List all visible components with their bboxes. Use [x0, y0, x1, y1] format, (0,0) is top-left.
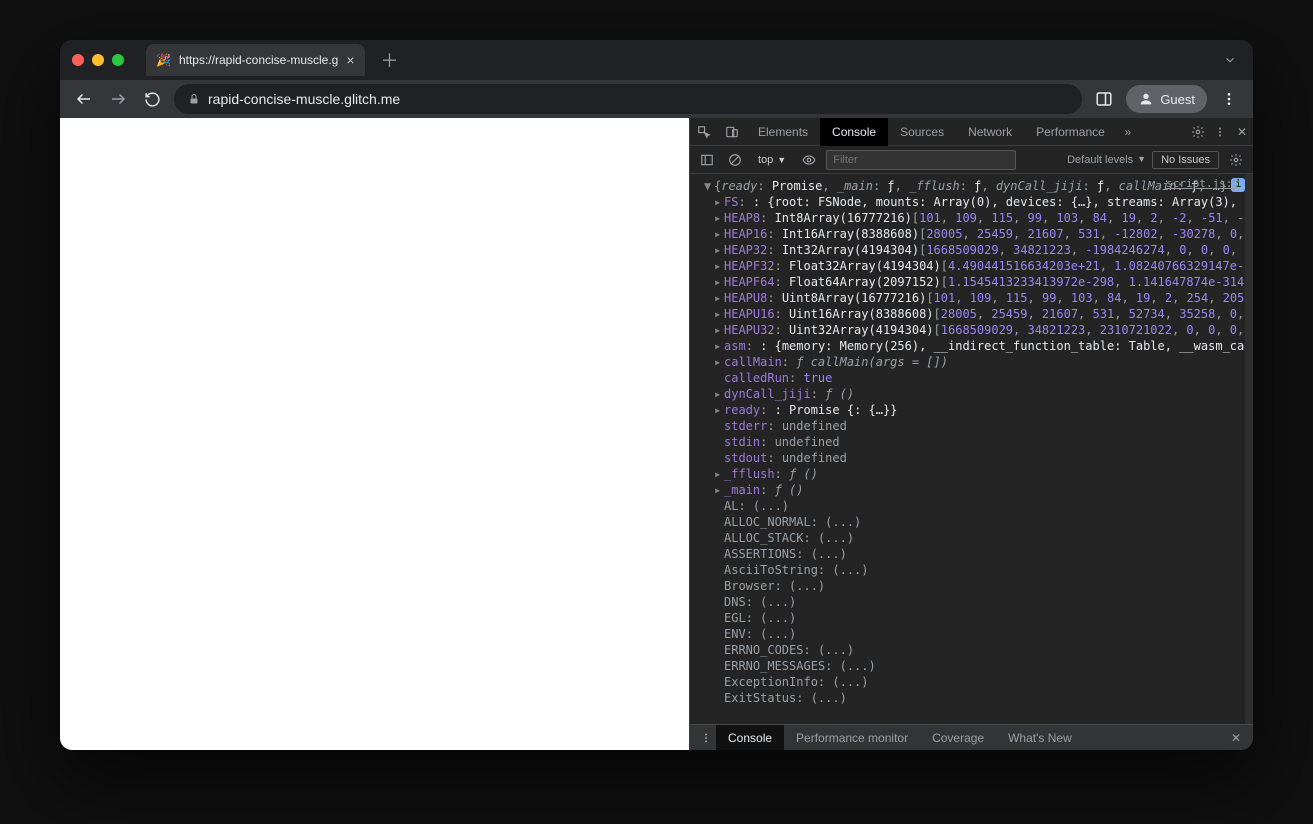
tab-performance[interactable]: Performance: [1024, 118, 1117, 146]
tab-strip: 🎉 https://rapid-concise-muscle.g × ＋: [60, 40, 1253, 80]
page-viewport[interactable]: [60, 118, 689, 750]
side-panel-button[interactable]: [1092, 90, 1116, 108]
filter-input[interactable]: [826, 150, 1016, 170]
browser-window: 🎉 https://rapid-concise-muscle.g × ＋ rap…: [60, 40, 1253, 750]
toolbar: rapid-concise-muscle.glitch.me Guest: [60, 80, 1253, 118]
lock-icon: [188, 93, 200, 105]
kebab-menu-icon[interactable]: [1209, 126, 1231, 138]
tab-network[interactable]: Network: [956, 118, 1024, 146]
drawer-tab-coverage[interactable]: Coverage: [920, 725, 996, 751]
settings-icon[interactable]: [1187, 125, 1209, 139]
reload-button[interactable]: [140, 87, 164, 111]
drawer-tab-perfmon[interactable]: Performance monitor: [784, 725, 920, 751]
content-area: Elements Console Sources Network Perform…: [60, 118, 1253, 750]
tab-search-button[interactable]: [1223, 53, 1237, 67]
more-tabs-button[interactable]: »: [1117, 125, 1139, 139]
console-output[interactable]: script.js:5 ▼{ready: Promise, _main: ƒ, …: [690, 174, 1253, 724]
minimize-window-button[interactable]: [92, 54, 104, 66]
drawer-tab-console[interactable]: Console: [716, 725, 784, 751]
address-bar[interactable]: rapid-concise-muscle.glitch.me: [174, 84, 1082, 114]
back-button[interactable]: [72, 87, 96, 111]
close-drawer-icon[interactable]: ✕: [1225, 731, 1247, 745]
devtools-panel: Elements Console Sources Network Perform…: [689, 118, 1253, 750]
profile-button[interactable]: Guest: [1126, 85, 1207, 113]
maximize-window-button[interactable]: [112, 54, 124, 66]
browser-tab[interactable]: 🎉 https://rapid-concise-muscle.g ×: [146, 44, 365, 76]
devtools-tabbar: Elements Console Sources Network Perform…: [690, 118, 1253, 146]
clear-console-button[interactable]: [724, 153, 746, 167]
url-text: rapid-concise-muscle.glitch.me: [208, 91, 400, 107]
tab-console[interactable]: Console: [820, 118, 888, 146]
log-levels-selector[interactable]: Default levels ▼: [1067, 154, 1146, 166]
source-link[interactable]: script.js:5: [1166, 176, 1239, 192]
inspect-element-button[interactable]: [690, 125, 718, 139]
console-settings-icon[interactable]: [1225, 153, 1247, 167]
close-window-button[interactable]: [72, 54, 84, 66]
devtools-drawer: Console Performance monitor Coverage Wha…: [690, 724, 1253, 750]
issues-button[interactable]: No Issues: [1152, 151, 1219, 169]
device-toolbar-button[interactable]: [718, 125, 746, 139]
forward-button[interactable]: [106, 87, 130, 111]
tab-elements[interactable]: Elements: [746, 118, 820, 146]
close-tab-icon[interactable]: ×: [346, 52, 354, 68]
close-devtools-icon[interactable]: ✕: [1231, 125, 1253, 139]
tab-sources[interactable]: Sources: [888, 118, 956, 146]
overflow-menu-button[interactable]: [1217, 91, 1241, 107]
new-tab-button[interactable]: ＋: [373, 43, 407, 77]
context-selector[interactable]: top ▼: [752, 152, 792, 168]
filter-input-wrapper: [826, 150, 1016, 170]
live-expression-button[interactable]: [798, 153, 820, 167]
avatar-icon: [1138, 91, 1154, 107]
tab-title: https://rapid-concise-muscle.g: [179, 53, 338, 67]
drawer-menu-icon[interactable]: [696, 732, 716, 744]
drawer-tab-whatsnew[interactable]: What's New: [996, 725, 1084, 751]
favicon-icon: 🎉: [156, 53, 171, 67]
console-toolbar: top ▼ Default levels ▼ No Issues: [690, 146, 1253, 174]
traffic-lights: [72, 54, 124, 66]
profile-label: Guest: [1160, 92, 1195, 107]
console-sidebar-toggle[interactable]: [696, 153, 718, 167]
